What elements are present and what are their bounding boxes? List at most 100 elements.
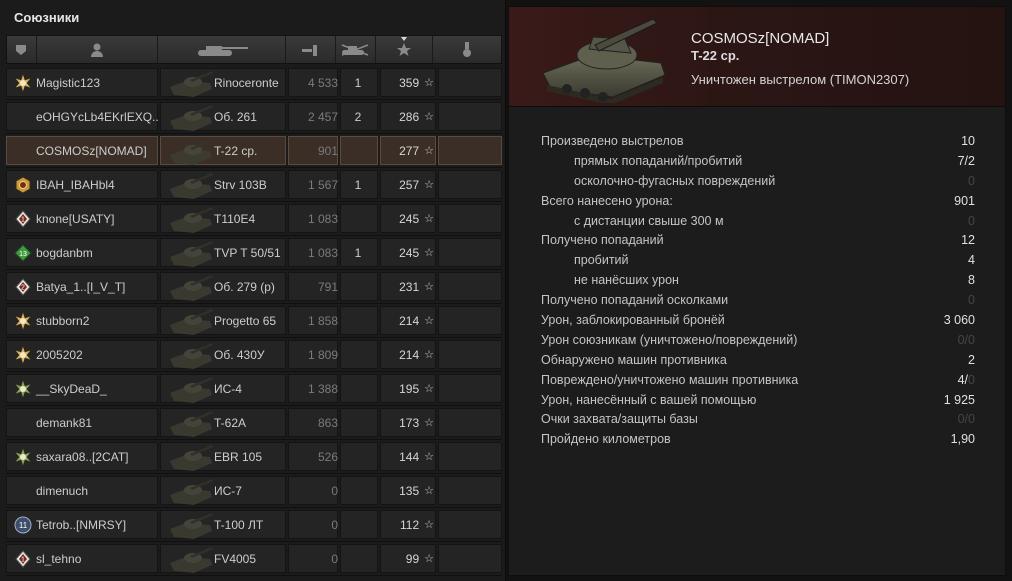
xp-value: 214 [399,313,420,328]
tank-icon [170,513,213,539]
player-row[interactable]: COSMOSz[NOMAD] T-22 ср. 901 277 ☆ [6,134,502,168]
stat-value-text: 3 060 [943,313,975,328]
hex-gold-badge-icon [15,175,31,194]
player-header: COSMOSz[NOMAD] T-22 ср. Уничтожен выстре… [509,7,1005,107]
xp-star-icon: ☆ [424,179,434,191]
stat-value-text: 8 [968,273,975,288]
player-name-cell: __SkyDeaD_ [14,372,166,405]
xp-star-icon: ☆ [424,485,434,497]
xp-star-icon: ☆ [424,383,434,395]
player-row[interactable]: 13 bogdanbm TVP T 50/51 1 083 1 245 ☆ [6,236,502,270]
player-name-cell: 2 Batya_1..[I_V_T] [14,270,166,303]
stat-label: Повреждено/уничтожено машин противника [541,372,799,387]
xp-cell: 286 ☆ [378,100,434,133]
player-name: dimenuch [36,483,89,498]
xp-star-icon: ☆ [424,315,434,327]
player-name-cell: saxara08..[2CAT] [14,440,166,473]
medal-icon[interactable] [433,36,501,63]
kills-icon[interactable] [336,36,376,63]
xp-value: 135 [399,483,420,498]
player-icon[interactable] [37,36,159,63]
player-row[interactable]: eOHGYcLb4EKrlEXQ.. Об. 261 2 457 2 286 ☆ [6,100,502,134]
svg-text:1: 1 [21,556,25,563]
player-row[interactable]: saxara08..[2CAT] EBR 105 526 144 ☆ [6,440,502,474]
player-name-cell: 13 bogdanbm [14,236,166,269]
stat-value: 0 [968,214,975,228]
cell-background [438,204,502,233]
diamond-1-badge-icon: 1 [15,549,31,568]
player-row[interactable]: Magistic123 Rinoceronte 4 533 1 359 ☆ [6,66,502,100]
player-name-cell: 2005202 [14,338,166,371]
kills-value: 1 [354,245,362,260]
player-name: bogdanbm [36,245,93,260]
tank-icon[interactable] [158,36,286,63]
stat-label: Урон, нанесённый с вашей помощью [541,392,757,407]
star-gold-badge-icon [14,73,32,92]
player-name-cell: eOHGYcLb4EKrlEXQ.. [14,100,166,133]
vehicle-name: Strv 103B [214,177,267,192]
player-row[interactable]: demank81 T-62A 863 173 ☆ [6,406,502,440]
vehicle-name: EBR 105 [214,449,263,464]
tank-icon [170,479,213,505]
damage-value: 1 083 [307,245,338,260]
svg-text:1: 1 [21,216,25,223]
vehicle-name: T-22 ср. [691,48,740,63]
stat-value: 3 060 [944,313,975,327]
xp-value: 112 [399,517,420,532]
player-row[interactable]: stubborn2 Progetto 65 1 858 214 ☆ [6,304,502,338]
stat-value: 4 [968,253,975,267]
stat-row: Повреждено/уничтожено машин противника 4/… [541,372,975,392]
vehicle-cell: T-62A [166,406,288,439]
stat-row: Обнаружено машин противника 2 [541,352,975,372]
player-row[interactable]: 2 Batya_1..[I_V_T] Об. 279 (р) 791 231 ☆ [6,270,502,304]
xp-star-icon: ☆ [424,111,434,123]
player-row[interactable]: dimenuch ИС-7 0 135 ☆ [6,474,502,508]
damage-value: 0 [331,551,338,566]
stat-label: Очки захвата/защиты базы [541,412,698,427]
player-list: Magistic123 Rinoceronte 4 533 1 359 ☆ eOHGYcLb… [6,66,502,576]
xp-value: 286 [399,109,420,124]
xp-star-icon[interactable] [376,36,434,63]
vehicle-name: ИС-7 [214,483,242,498]
player-name-cell: 1 knone[USATY] [14,202,166,235]
platoon-icon[interactable] [7,36,37,63]
player-row[interactable]: 1 knone[USATY] T110E4 1 083 245 ☆ [6,202,502,236]
cell-background [438,340,502,369]
damage-value: 526 [317,449,338,464]
xp-cell: 214 ☆ [378,338,434,371]
player-name: Magistic123 [36,75,101,90]
diamond-1-badge-icon: 1 [15,209,31,228]
player-row[interactable]: __SkyDeaD_ ИС-4 1 388 195 ☆ [6,372,502,406]
stat-value-text: 0/0 [957,412,975,427]
vehicle-cell: FV4005 [166,542,288,575]
damage-icon[interactable] [286,36,336,63]
vehicle-image [542,18,666,103]
player-row[interactable]: 1 sl_tehno FV4005 0 99 ☆ [6,542,502,576]
stat-value-dim: 0 [968,372,975,387]
stat-row: Получено попаданий 12 [541,232,975,252]
player-row[interactable]: 11 Tetrob..[NMRSY] T-100 ЛТ 0 112 ☆ [6,508,502,542]
vehicle-name: Об. 430У [214,347,265,362]
player-name-cell: 11 Tetrob..[NMRSY] [14,508,166,541]
stat-row: Урон, нанесённый с вашей помощью 1 925 [541,392,975,412]
stat-label: Получено попаданий осколками [541,293,729,308]
star-green-badge-icon [14,379,32,398]
xp-star-icon: ☆ [424,519,434,531]
tank-icon [170,71,213,97]
allies-title: Союзники [14,10,80,25]
player-row[interactable]: 2005202 Об. 430У 1 809 214 ☆ [6,338,502,372]
stat-value-text: 1,90 [950,432,975,447]
kills-value [338,440,378,473]
xp-value: 214 [399,347,420,362]
stat-value-text: 901 [954,193,975,208]
player-name: __SkyDeaD_ [36,381,107,396]
player-name-cell: 1 sl_tehno [14,542,166,575]
tank-icon [170,411,213,437]
stat-row: Пройдено километров 1,90 [541,431,975,451]
stat-label: Произведено выстрелов [541,134,684,148]
vehicle-name: TVP T 50/51 [214,245,281,260]
player-row[interactable]: IBAH_IBAHbl4 Strv 103B 1 567 1 257 ☆ [6,168,502,202]
vehicle-cell: ИС-7 [166,474,288,507]
xp-value: 245 [399,211,420,226]
vehicle-name: Об. 279 (р) [214,279,275,294]
